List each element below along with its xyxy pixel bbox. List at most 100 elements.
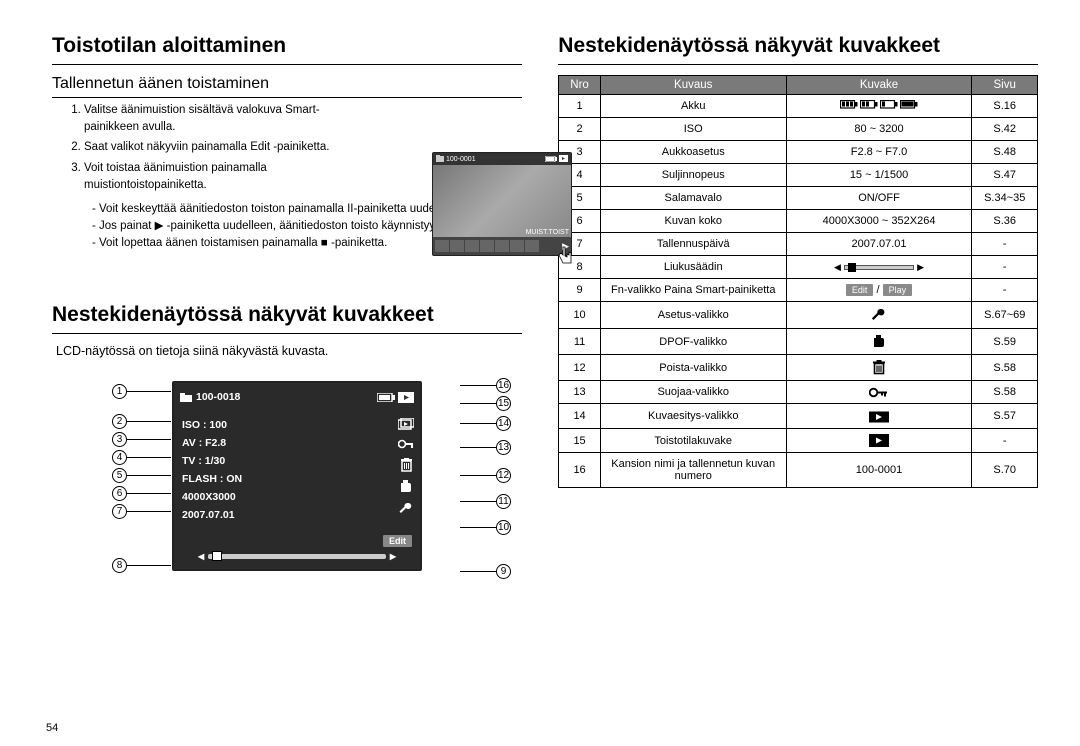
cell-sivu: S.58 bbox=[972, 355, 1038, 381]
label-10: 10 bbox=[496, 520, 511, 535]
lcd-flash: FLASH : ON bbox=[182, 473, 242, 485]
playmode-icon bbox=[559, 155, 568, 162]
cell-kuvaus: Asetus-valikko bbox=[600, 302, 786, 329]
table-row: 2ISO80 ~ 3200S.42 bbox=[559, 118, 1038, 141]
battery-icon bbox=[545, 156, 557, 163]
cell-kuvake: 100-0001 bbox=[786, 453, 972, 488]
thumb-label: MUIST.TOIST bbox=[526, 229, 569, 236]
cell-nro: 9 bbox=[559, 279, 601, 302]
cell-kuvake bbox=[786, 329, 972, 355]
hand-cursor-icon bbox=[555, 243, 577, 269]
cell-kuvake bbox=[786, 302, 972, 329]
playmode-icon bbox=[398, 391, 414, 403]
cell-sivu: S.70 bbox=[972, 453, 1038, 488]
cell-kuvaus: Suljinnopeus bbox=[600, 164, 786, 187]
table-row: 14Kuvaesitys-valikko S.57 bbox=[559, 404, 1038, 429]
cell-sivu: S.16 bbox=[972, 95, 1038, 118]
folder-icon bbox=[436, 155, 444, 162]
step-3: Voit toistaa äänimuistion painamalla mui… bbox=[84, 160, 372, 193]
label-15: 15 bbox=[496, 396, 511, 411]
lcd-folder-no: 100-0018 bbox=[196, 391, 240, 403]
cell-kuvaus: Akku bbox=[600, 95, 786, 118]
lcd-av: AV : F2.8 bbox=[182, 437, 242, 449]
cell-nro: 14 bbox=[559, 404, 601, 429]
cell-kuvake bbox=[786, 404, 972, 429]
subheading-audio-play: Tallennetun äänen toistaminen bbox=[52, 75, 522, 98]
table-row: 8Liukusäädin◀▶- bbox=[559, 256, 1038, 279]
cell-kuvaus: Kuvaesitys-valikko bbox=[600, 404, 786, 429]
th-sivu: Sivu bbox=[972, 76, 1038, 95]
cell-nro: 11 bbox=[559, 329, 601, 355]
cell-sivu: S.47 bbox=[972, 164, 1038, 187]
cell-kuvaus: Salamavalo bbox=[600, 187, 786, 210]
table-row: 15Toistotilakuvake- bbox=[559, 429, 1038, 453]
step-1: Valitse äänimuistion sisältävä valokuva … bbox=[84, 102, 372, 135]
cell-sivu: - bbox=[972, 279, 1038, 302]
table-row: 5SalamavaloON/OFFS.34~35 bbox=[559, 187, 1038, 210]
cell-nro: 2 bbox=[559, 118, 601, 141]
cell-kuvake bbox=[786, 95, 972, 118]
cell-nro: 10 bbox=[559, 302, 601, 329]
cell-sivu: S.58 bbox=[972, 381, 1038, 404]
cell-sivu: S.57 bbox=[972, 404, 1038, 429]
cell-sivu: - bbox=[972, 256, 1038, 279]
folder-icon bbox=[180, 391, 192, 403]
cell-sivu: S.48 bbox=[972, 141, 1038, 164]
cell-kuvaus: Kuvan koko bbox=[600, 210, 786, 233]
cell-kuvaus: ISO bbox=[600, 118, 786, 141]
label-9: 9 bbox=[496, 564, 511, 579]
key-icon bbox=[398, 438, 414, 450]
step-2: Saat valikot näkyviin painamalla Edit -p… bbox=[84, 139, 372, 156]
cell-kuvake: Edit / Play bbox=[786, 279, 972, 302]
label-4: 4 bbox=[112, 450, 127, 465]
lcd-preview: 100-0018 ISO : 100 AV : F2.8 TV : 1/3 bbox=[172, 381, 422, 571]
table-row: 3AukkoasetusF2.8 ~ F7.0S.48 bbox=[559, 141, 1038, 164]
cell-kuvake bbox=[786, 429, 972, 453]
cell-kuvake: 2007.07.01 bbox=[786, 233, 972, 256]
cell-sivu: S.36 bbox=[972, 210, 1038, 233]
label-8: 8 bbox=[112, 558, 127, 573]
table-row: 6Kuvan koko4000X3000 ~ 352X264S.36 bbox=[559, 210, 1038, 233]
trash-icon bbox=[400, 458, 413, 472]
label-12: 12 bbox=[496, 468, 511, 483]
table-row: 4Suljinnopeus15 ~ 1/1500S.47 bbox=[559, 164, 1038, 187]
table-row: 1Akku S.16 bbox=[559, 95, 1038, 118]
label-14: 14 bbox=[496, 416, 511, 431]
th-nro: Nro bbox=[559, 76, 601, 95]
lcd-intro: LCD-näytössä on tietoja siinä näkyvästä … bbox=[52, 344, 522, 358]
cell-sivu: - bbox=[972, 429, 1038, 453]
label-7: 7 bbox=[112, 504, 127, 519]
label-13: 13 bbox=[496, 440, 511, 455]
thumb-folder-no: 100-0001 bbox=[446, 156, 476, 163]
cell-nro: 16 bbox=[559, 453, 601, 488]
th-kuvake: Kuvake bbox=[786, 76, 972, 95]
icon-reference-table: Nro Kuvaus Kuvake Sivu 1AkkuS.162ISO80 ~… bbox=[558, 75, 1038, 488]
table-row: 9Fn-valikko Paina Smart-painikettaEdit /… bbox=[559, 279, 1038, 302]
cell-nro: 1 bbox=[559, 95, 601, 118]
label-3: 3 bbox=[112, 432, 127, 447]
cell-kuvaus: Tallennuspäivä bbox=[600, 233, 786, 256]
cell-sivu: S.42 bbox=[972, 118, 1038, 141]
cell-kuvake bbox=[786, 381, 972, 404]
cell-kuvaus: Suojaa-valikko bbox=[600, 381, 786, 404]
cell-kuvaus: Fn-valikko Paina Smart-painiketta bbox=[600, 279, 786, 302]
lcd-tv: TV : 1/30 bbox=[182, 455, 242, 467]
table-row: 13Suojaa-valikko S.58 bbox=[559, 381, 1038, 404]
cell-nro: 12 bbox=[559, 355, 601, 381]
cell-kuvaus: Aukkoasetus bbox=[600, 141, 786, 164]
lcd-size: 4000X3000 bbox=[182, 491, 242, 503]
cell-kuvake: 15 ~ 1/1500 bbox=[786, 164, 972, 187]
cell-kuvaus: Kansion nimi ja tallennetun kuvan numero bbox=[600, 453, 786, 488]
cell-nro: 15 bbox=[559, 429, 601, 453]
cell-kuvake: 80 ~ 3200 bbox=[786, 118, 972, 141]
label-1: 1 bbox=[112, 384, 127, 399]
cell-kuvake: F2.8 ~ F7.0 bbox=[786, 141, 972, 164]
cell-sivu: - bbox=[972, 233, 1038, 256]
lcd-iso: ISO : 100 bbox=[182, 419, 242, 431]
label-16: 16 bbox=[496, 378, 511, 393]
cell-kuvaus: Poista-valikko bbox=[600, 355, 786, 381]
cell-nro: 13 bbox=[559, 381, 601, 404]
heading-lcd-icons-right: Nestekidenäytössä näkyvät kuvakkeet bbox=[558, 34, 1038, 65]
cell-sivu: S.67~69 bbox=[972, 302, 1038, 329]
cell-kuvaus: DPOF-valikko bbox=[600, 329, 786, 355]
